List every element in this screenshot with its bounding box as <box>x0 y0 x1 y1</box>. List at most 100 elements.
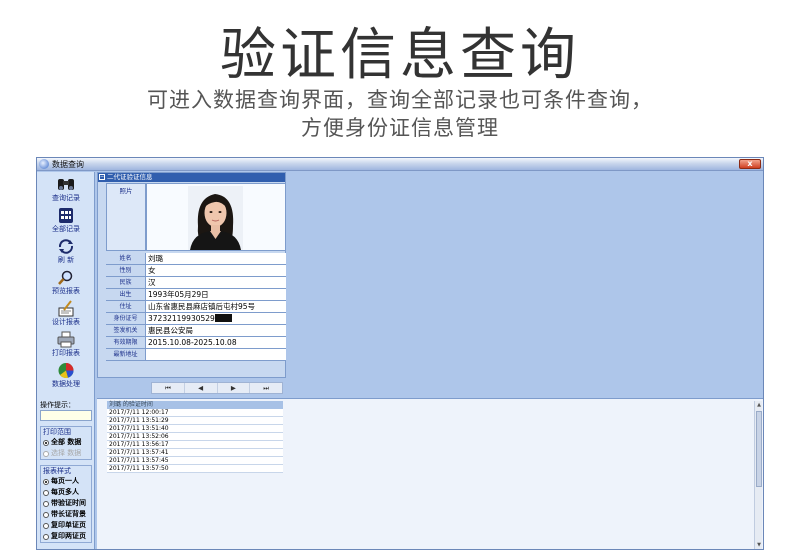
app-icon <box>39 159 49 169</box>
field-row-name: 姓名 刘璐 <box>106 253 286 265</box>
scroll-down-icon[interactable]: ▼ <box>755 541 763 549</box>
field-key: 身份证号 <box>106 313 146 324</box>
hero-subtitle-line-1: 可进入数据查询界面，查询全部记录也可条件查询， <box>147 88 653 112</box>
design-icon <box>58 300 74 317</box>
last-record-button[interactable]: ⏭ <box>250 383 282 393</box>
report-style-copy-double-radio[interactable]: 复印两证页 <box>41 531 91 542</box>
refresh-label: 刷 新 <box>57 256 75 264</box>
refresh-button[interactable]: 刷 新 <box>37 238 95 265</box>
field-value-latest-address <box>146 349 286 360</box>
field-row-birth: 出生 1993年05月29日 <box>106 289 286 301</box>
print-report-label: 打印报表 <box>52 349 80 357</box>
print-range-title: 打印范围 <box>43 428 71 436</box>
portrait-photo <box>188 186 243 250</box>
field-row-ethnicity: 民族 汉 <box>106 277 286 289</box>
close-button[interactable]: x <box>739 159 761 169</box>
field-row-latest-address: 最新地址 <box>106 349 286 361</box>
window-titlebar[interactable]: 数据查询 x <box>37 158 763 171</box>
field-key: 出生 <box>106 289 146 300</box>
radio-selected-icon <box>43 478 49 485</box>
field-row-id-number: 身份证号 37232119930529 <box>106 313 286 325</box>
design-report-button[interactable]: 设计报表 <box>37 300 95 327</box>
photo-area <box>146 183 286 251</box>
pie-chart-icon <box>58 363 74 378</box>
field-row-validity: 有效期限 2015.10.08-2025.10.08 <box>106 337 286 349</box>
vertical-scrollbar[interactable]: ▲ ▼ <box>754 401 762 549</box>
list-item[interactable]: 2017/7/11 13:57:41 <box>107 449 283 457</box>
radio-unselected-icon <box>43 533 49 540</box>
print-range-group: 打印范围 全部 数据 选择 数据 <box>40 426 92 460</box>
scroll-up-icon[interactable]: ▲ <box>755 401 763 409</box>
id-card-panel: − 二代证验证信息 照片 姓名 刘璐 性别 女 民族 汉 出生 1993年05月… <box>97 172 286 378</box>
field-row-gender: 性别 女 <box>106 265 286 277</box>
list-item[interactable]: 2017/7/11 13:57:45 <box>107 457 283 465</box>
list-item[interactable]: 2017/7/11 13:52:06 <box>107 433 283 441</box>
binoculars-icon <box>58 179 74 190</box>
query-records-button[interactable]: 查询记录 <box>37 176 95 203</box>
report-style-copy-single-radio[interactable]: 复印单证页 <box>41 520 91 531</box>
report-style-option-label: 每页多人 <box>51 488 79 496</box>
print-range-selected-radio[interactable]: 选择 数据 <box>41 448 91 459</box>
design-report-label: 设计报表 <box>52 318 80 326</box>
record-navigator: ⏮ ◀ ▶ ⏭ <box>151 382 283 394</box>
operation-hint-field <box>40 410 92 421</box>
list-item[interactable]: 2017/7/11 13:57:50 <box>107 465 283 473</box>
field-value-birth: 1993年05月29日 <box>146 289 286 300</box>
id-card-header: − 二代证验证信息 <box>98 173 285 182</box>
list-item[interactable]: 2017/7/11 13:51:40 <box>107 425 283 433</box>
print-range-all-label: 全部 数据 <box>51 438 82 446</box>
print-range-all-radio[interactable]: 全部 数据 <box>41 437 91 448</box>
report-style-option-label: 每页一人 <box>51 477 79 485</box>
data-processing-label: 数据处理 <box>52 380 80 388</box>
operation-hint-label: 操作提示： <box>40 401 75 409</box>
all-records-button[interactable]: 全部记录 <box>37 207 95 234</box>
field-key: 民族 <box>106 277 146 288</box>
prev-record-button[interactable]: ◀ <box>185 383 218 393</box>
refresh-icon <box>58 239 74 254</box>
list-item[interactable]: 2017/7/11 12:00:17 <box>107 409 283 417</box>
collapse-icon[interactable]: − <box>99 174 105 180</box>
id-number-text: 37232119930529 <box>148 314 215 323</box>
verification-log-panel: 刘璐 的验证时间 2017/7/11 12:00:17 2017/7/11 13… <box>97 398 763 549</box>
toolbar-sidebar: 查询记录 全部记录 刷 新 预览报表 设计报表 打印报表 数据处理 操作提示： … <box>37 172 95 549</box>
report-style-one-per-page-radio[interactable]: 每页一人 <box>41 476 91 487</box>
query-window: 数据查询 x 查询记录 全部记录 刷 新 预览报表 设计报表 打印报表 数据处理… <box>36 157 764 550</box>
all-records-label: 全部记录 <box>52 225 80 233</box>
data-processing-button[interactable]: 数据处理 <box>37 362 95 389</box>
hero-subtitle: 可进入数据查询界面，查询全部记录也可条件查询， 方便身份证信息管理 <box>0 86 800 142</box>
list-item[interactable]: 2017/7/11 13:56:17 <box>107 441 283 449</box>
field-value-ethnicity: 汉 <box>146 277 286 288</box>
field-value-id-number: 37232119930529 <box>146 313 286 324</box>
report-style-with-background-radio[interactable]: 带长证背景 <box>41 509 91 520</box>
report-style-multi-per-page-radio[interactable]: 每页多人 <box>41 487 91 498</box>
report-style-group: 报表样式 每页一人 每页多人 带验证时间 带长证背景 复印单证页 复印两证页 <box>40 465 92 543</box>
list-item[interactable]: 2017/7/11 13:51:29 <box>107 417 283 425</box>
field-value-authority: 惠民县公安局 <box>146 325 286 336</box>
verification-time-header: 刘璐 的验证时间 <box>107 401 283 409</box>
radio-unselected-icon <box>43 500 49 507</box>
next-record-button[interactable]: ▶ <box>218 383 251 393</box>
report-style-option-label: 带验证时间 <box>51 499 86 507</box>
print-report-button[interactable]: 打印报表 <box>37 331 95 358</box>
preview-report-label: 预览报表 <box>52 287 80 295</box>
radio-unselected-icon <box>43 450 49 457</box>
field-key: 有效期限 <box>106 337 146 348</box>
print-range-selected-label: 选择 数据 <box>51 449 82 457</box>
window-title: 数据查询 <box>52 160 84 169</box>
id-card-header-label: 二代证验证信息 <box>107 173 153 181</box>
first-record-button[interactable]: ⏮ <box>152 383 185 393</box>
radio-unselected-icon <box>43 489 49 496</box>
scroll-thumb[interactable] <box>756 411 762 487</box>
field-value-address: 山东省惠民县麻店镇后屯村95号 <box>146 301 286 312</box>
field-key: 最新地址 <box>106 349 146 360</box>
field-row-authority: 签发机关 惠民县公安局 <box>106 325 286 337</box>
magnifier-icon <box>58 270 73 285</box>
report-style-with-time-radio[interactable]: 带验证时间 <box>41 498 91 509</box>
field-key: 姓名 <box>106 253 146 264</box>
redaction-mark <box>214 314 232 322</box>
report-style-option-label: 复印单证页 <box>51 521 86 529</box>
field-key: 签发机关 <box>106 325 146 336</box>
preview-report-button[interactable]: 预览报表 <box>37 269 95 296</box>
id-card-fields: 姓名 刘璐 性别 女 民族 汉 出生 1993年05月29日 住址 山东省惠民县… <box>106 253 286 361</box>
field-key: 住址 <box>106 301 146 312</box>
